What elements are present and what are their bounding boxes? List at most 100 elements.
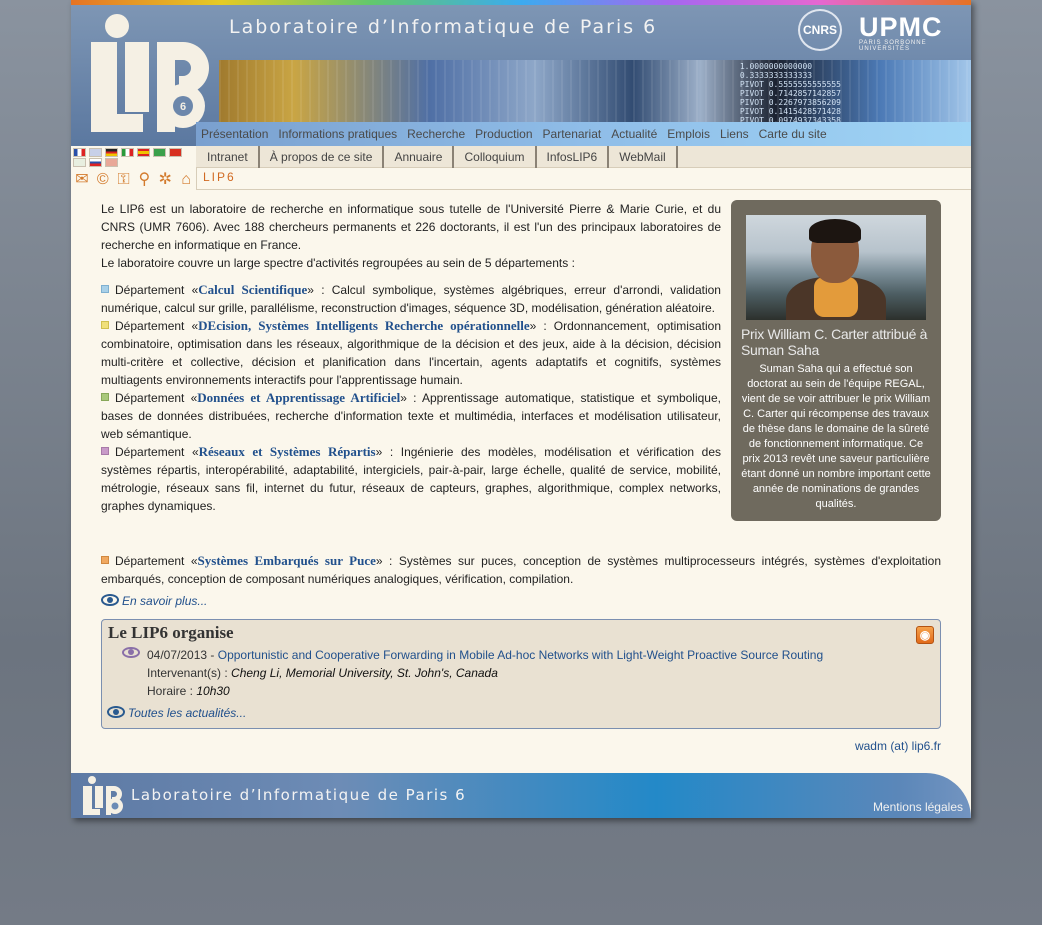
svg-text:6: 6 — [180, 101, 186, 113]
rainbow-strip — [71, 0, 971, 5]
footer-lab-title: Laboratoire d’Informatique de Paris 6 — [131, 786, 467, 804]
flag-de-icon[interactable] — [105, 148, 118, 157]
tool-icons: ✉ © ⚿ ⚲ ✲ ⌂ — [71, 170, 196, 190]
upmc-logo-text: UPMC — [859, 12, 943, 42]
news-text: Suman Saha qui a effectué son doctorat a… — [741, 363, 931, 510]
department-link-decision[interactable]: DEcision, Systèmes Intelligents Recherch… — [198, 318, 529, 333]
nav-emplois[interactable]: Emplois — [667, 127, 710, 141]
department-item: Département «DEcision, Systèmes Intellig… — [101, 317, 721, 389]
mentions-legales-link[interactable]: Mentions légales — [873, 800, 963, 814]
event-eye-icon — [122, 647, 140, 658]
all-news-link[interactable]: Toutes les actualités... — [107, 706, 246, 720]
flag-vn-icon[interactable] — [169, 148, 182, 157]
rss-icon[interactable]: ◉ — [916, 626, 934, 644]
nav-liens[interactable]: Liens — [720, 127, 749, 141]
department-prefix: Département « — [115, 283, 199, 297]
nav-colloquium[interactable]: Colloquium — [454, 145, 537, 168]
eye-icon — [101, 594, 119, 606]
cnrs-logo[interactable]: CNRS — [798, 9, 842, 51]
department-color-square — [101, 556, 109, 564]
eye-icon — [107, 706, 125, 718]
footer-lip6-logo[interactable] — [79, 775, 125, 817]
flag-es-icon[interactable] — [137, 148, 150, 157]
department-link-reseaux[interactable]: Réseaux et Systèmes Répartis — [199, 444, 376, 459]
intro-paragraph: Le LIP6 est un laboratoire de recherche … — [101, 202, 721, 252]
nav-partenariat[interactable]: Partenariat — [543, 127, 602, 141]
search-icon[interactable]: ⚲ — [134, 171, 154, 189]
department-item: Département «Calcul Scientifique» : Calc… — [101, 281, 721, 317]
en-savoir-plus-link[interactable]: En savoir plus... — [101, 594, 207, 608]
header: 6 Laboratoire d’Informatique de Paris 6 … — [71, 0, 971, 146]
department-prefix: Département « — [115, 391, 198, 405]
department-item: Département «Données et Apprentissage Ar… — [101, 389, 721, 443]
header-banner-image: 1.0000000000000 0.3333333333333 PIVOT 0.… — [219, 60, 971, 122]
nav-informations-pratiques[interactable]: Informations pratiques — [278, 127, 397, 141]
department-color-square — [101, 285, 109, 293]
nav-recherche[interactable]: Recherche — [407, 127, 465, 141]
event-time-line: Horaire : 10h30 — [147, 682, 823, 700]
nav-infoslip6[interactable]: InfosLIP6 — [537, 145, 610, 168]
department-color-square — [101, 321, 109, 329]
main-navigation: Présentation Informations pratiques Rech… — [196, 122, 971, 146]
event-item: 04/07/2013 - Opportunistic and Cooperati… — [147, 646, 823, 700]
en-savoir-plus-label: En savoir plus... — [122, 594, 208, 608]
upmc-logo-subtitle: PARIS SORBONNE UNIVERSITÉS — [859, 40, 927, 52]
all-news-label: Toutes les actualités... — [128, 706, 247, 720]
lip6-logo[interactable]: 6 — [79, 10, 217, 136]
news-photo[interactable] — [746, 215, 926, 320]
nav-presentation[interactable]: Présentation — [201, 127, 268, 141]
footer: Laboratoire d’Informatique de Paris 6 Me… — [71, 773, 971, 818]
department-prefix: Département « — [115, 554, 198, 568]
nav-carte-du-site[interactable]: Carte du site — [759, 127, 827, 141]
flag-uk-icon[interactable] — [89, 148, 102, 157]
gear-icon[interactable]: ✲ — [155, 171, 175, 189]
flag-it-icon[interactable] — [121, 148, 134, 157]
main-content: Le LIP6 est un laboratoire de recherche … — [101, 200, 721, 515]
banner-code-text: 1.0000000000000 0.3333333333333 PIVOT 0.… — [739, 62, 841, 122]
event-speaker-label: Intervenant(s) : — [147, 666, 232, 680]
event-date: 04/07/2013 - — [147, 648, 218, 662]
department-prefix: Département « — [115, 319, 199, 333]
events-box: Le LIP6 organise ◉ 04/07/2013 - Opportun… — [101, 619, 941, 729]
home-icon[interactable]: ⌂ — [176, 171, 196, 189]
department-link-systemes-embarques[interactable]: Systèmes Embarqués sur Puce — [198, 553, 376, 568]
nav-annuaire[interactable]: Annuaire — [384, 145, 455, 168]
flag-br-icon[interactable] — [153, 148, 166, 157]
intro-departments-paragraph: Le laboratoire couvre un large spectre d… — [101, 256, 575, 270]
flag-cn-icon[interactable] — [105, 158, 118, 167]
news-card[interactable]: Prix William C. Carter attribué à Suman … — [731, 200, 941, 521]
nav-webmail[interactable]: WebMail — [609, 145, 678, 168]
event-time-label: Horaire : — [147, 684, 197, 698]
department-prefix: Département « — [115, 445, 199, 459]
event-speaker-line: Intervenant(s) : Cheng Li, Memorial Univ… — [147, 664, 823, 682]
department-color-square — [101, 393, 109, 401]
event-line: 04/07/2013 - Opportunistic and Cooperati… — [147, 646, 823, 664]
upmc-logo[interactable]: UPMC PARIS SORBONNE UNIVERSITÉS — [859, 12, 971, 53]
photo-shape — [809, 219, 861, 243]
nav-a-propos[interactable]: À propos de ce site — [260, 145, 385, 168]
nav-actualite[interactable]: Actualité — [611, 127, 657, 141]
department-item: Département «Réseaux et Systèmes Réparti… — [101, 443, 721, 515]
breadcrumb: LIP6 — [196, 168, 971, 190]
lab-title: Laboratoire d’Informatique de Paris 6 — [229, 16, 658, 38]
language-flags — [71, 146, 196, 168]
key-icon[interactable]: ⚿ — [114, 171, 134, 189]
events-title: Le LIP6 organise — [108, 623, 234, 642]
department-item: Département «Systèmes Embarqués sur Puce… — [101, 552, 941, 588]
nav-production[interactable]: Production — [475, 127, 532, 141]
copyright-icon[interactable]: © — [93, 171, 113, 189]
contact-email-link[interactable]: wadm (at) lip6.fr — [855, 739, 941, 753]
news-title[interactable]: Prix William C. Carter attribué à Suman … — [741, 326, 936, 358]
department-link-calcul-scientifique[interactable]: Calcul Scientifique — [198, 282, 307, 297]
photo-shape — [814, 277, 858, 317]
page: 6 Laboratoire d’Informatique de Paris 6 … — [71, 0, 971, 818]
department-color-square — [101, 447, 109, 455]
nav-intranet[interactable]: Intranet — [197, 145, 260, 168]
event-title-link[interactable]: Opportunistic and Cooperative Forwarding… — [218, 648, 823, 662]
flag-ar-icon[interactable] — [73, 158, 86, 167]
flag-fr-icon[interactable] — [73, 148, 86, 157]
mail-icon[interactable]: ✉ — [72, 171, 92, 189]
flag-ru-icon[interactable] — [89, 158, 102, 167]
secondary-navigation: Intranet À propos de ce site Annuaire Co… — [196, 145, 971, 168]
department-link-donnees[interactable]: Données et Apprentissage Artificiel — [197, 390, 400, 405]
